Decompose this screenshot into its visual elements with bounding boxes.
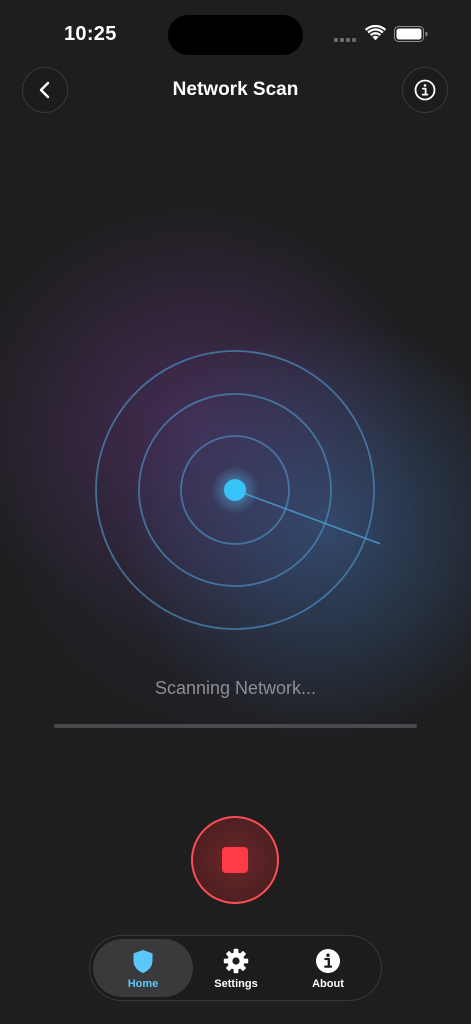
tab-about[interactable]: About	[278, 939, 378, 997]
info-icon	[315, 948, 341, 974]
battery-icon	[394, 26, 428, 42]
status-time: 10:25	[64, 23, 117, 45]
info-button[interactable]	[402, 67, 448, 113]
page-title: Network Scan	[172, 79, 299, 100]
tab-settings[interactable]: Settings	[186, 939, 286, 997]
tab-home-label: Home	[127, 978, 159, 990]
stop-scan-button[interactable]	[191, 816, 279, 904]
tab-bar: Home Settings About	[89, 935, 382, 1001]
shield-icon	[130, 948, 156, 974]
wifi-icon	[365, 25, 386, 41]
status-bar: 10:25	[0, 0, 471, 70]
tab-settings-label: Settings	[214, 978, 258, 990]
dynamic-island	[168, 15, 303, 55]
gear-icon	[223, 948, 249, 974]
stop-square-icon	[222, 847, 248, 873]
scan-progress-bar	[54, 724, 417, 728]
info-circle-icon	[414, 79, 436, 101]
cellular-signal-icon	[334, 38, 356, 42]
tab-about-label: About	[312, 978, 344, 990]
tab-home[interactable]: Home	[93, 939, 193, 997]
scan-status-text: Scanning Network...	[154, 678, 317, 698]
radar-scanner	[95, 350, 380, 630]
radar-center-dot	[224, 479, 246, 501]
